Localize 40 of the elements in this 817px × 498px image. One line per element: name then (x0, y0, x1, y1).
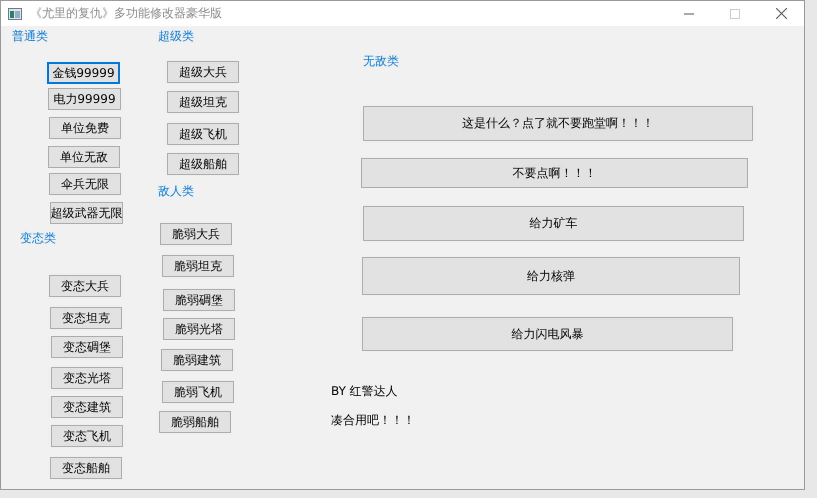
cheat-button[interactable]: 电力99999 (48, 88, 121, 110)
cheat-button[interactable]: 变态建筑 (51, 396, 123, 418)
cheat-button[interactable]: 超级大兵 (167, 61, 239, 83)
window-title: 《尤里的复仇》多功能修改器豪华版 (30, 5, 223, 22)
maximize-icon (730, 8, 740, 18)
cheat-button[interactable]: 单位无敌 (48, 146, 120, 168)
note-text: BY 红警达人 (331, 383, 398, 400)
cheat-button[interactable]: 超级船舶 (167, 153, 239, 175)
group-label: 敌人类 (158, 183, 194, 200)
cheat-button[interactable]: 伞兵无限 (49, 173, 121, 195)
group-label: 变态类 (20, 230, 56, 247)
cheat-button[interactable]: 脆弱光塔 (163, 318, 235, 340)
cheat-button[interactable]: 超级飞机 (167, 123, 239, 145)
group-label: 超级类 (158, 28, 194, 45)
cheat-button[interactable]: 给力核弹 (362, 257, 740, 295)
cheat-button[interactable]: 脆弱建筑 (161, 349, 233, 371)
app-icon (8, 8, 22, 20)
cheat-button[interactable]: 给力闪电风暴 (362, 317, 733, 351)
note-text: 凑合用吧！！！ (331, 412, 415, 429)
cheat-button[interactable]: 金钱99999 (47, 62, 120, 84)
cheat-button[interactable]: 脆弱坦克 (162, 255, 234, 277)
cheat-button[interactable]: 变态大兵 (49, 275, 121, 297)
cheat-button[interactable]: 变态光塔 (51, 367, 123, 389)
cheat-button[interactable]: 脆弱船舶 (159, 411, 231, 433)
group-label: 普通类 (12, 28, 48, 45)
cheat-button[interactable]: 脆弱碉堡 (163, 289, 235, 311)
cheat-button[interactable]: 不要点啊！！！ (361, 158, 748, 188)
cheat-button[interactable]: 超级坦克 (167, 91, 239, 113)
cheat-button[interactable]: 变态飞机 (51, 425, 123, 447)
cheat-button[interactable]: 变态坦克 (50, 307, 122, 329)
group-label: 无敌类 (363, 53, 399, 70)
cheat-button[interactable]: 脆弱大兵 (160, 223, 232, 245)
close-icon (776, 8, 786, 19)
cheat-button[interactable]: 变态船舶 (50, 457, 122, 479)
cheat-button[interactable]: 变态碉堡 (51, 336, 123, 358)
cheat-button[interactable]: 超级武器无限 (50, 202, 123, 224)
cheat-button[interactable]: 给力矿车 (363, 206, 744, 241)
cheat-button[interactable]: 脆弱飞机 (162, 381, 234, 403)
cheat-button[interactable]: 单位免费 (49, 117, 121, 139)
cheat-button[interactable]: 这是什么？点了就不要跑堂啊！！！ (363, 106, 753, 141)
